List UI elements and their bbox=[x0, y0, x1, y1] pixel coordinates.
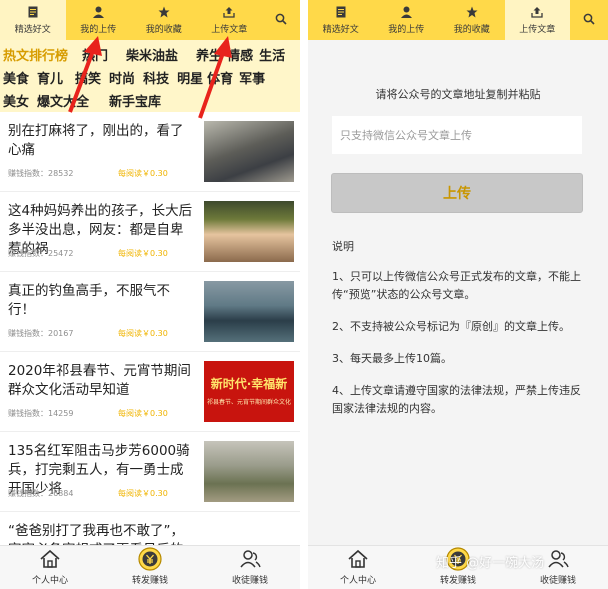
document-icon bbox=[336, 6, 346, 19]
tab-my-favorites[interactable]: 我的收藏 bbox=[439, 0, 505, 40]
tab-featured-articles[interactable]: 精选好文 bbox=[0, 0, 66, 40]
article-title: 真正的钓鱼高手，不服气不行！ bbox=[8, 283, 170, 318]
bottom-nav: 个人中心 转发赚钱 收徒赚钱 bbox=[0, 545, 300, 589]
thumbnail-banner-text: 新时代·幸福新 bbox=[210, 377, 288, 391]
tab-label: 上传文章 bbox=[519, 24, 556, 35]
red-arrow-1 bbox=[68, 36, 102, 113]
article-title: “爸爸别打了我再也不敢了”，家家必备家规戒了再看见后的 bbox=[8, 523, 184, 545]
list-item[interactable]: 别在打麻将了，刚出的，看了心痛 赚钱指数：28532 每阅读￥0.30 bbox=[0, 112, 300, 192]
list-item[interactable]: “爸爸别打了我再也不敢了”，家家必备家规戒了再看见后的 bbox=[0, 512, 300, 545]
nav-label: 个人中心 bbox=[339, 576, 376, 586]
home-icon bbox=[347, 547, 369, 571]
earning-index: 赚钱指数：14259 bbox=[8, 409, 74, 418]
tab-label: 我的收藏 bbox=[453, 24, 490, 35]
search-icon bbox=[275, 12, 287, 25]
instructions-heading: 说明 bbox=[332, 240, 354, 253]
upload-prompt: 请将公众号的文章地址复制并粘贴 bbox=[375, 88, 541, 101]
nav-label: 个人中心 bbox=[31, 576, 68, 586]
user-icon bbox=[400, 6, 412, 19]
star-icon bbox=[158, 6, 170, 19]
category-row: 美女 爆文大全 新手宝库 bbox=[3, 89, 296, 112]
people-icon bbox=[547, 547, 569, 571]
search-button[interactable] bbox=[262, 0, 300, 40]
tab-my-uploads[interactable]: 我的上传 bbox=[374, 0, 440, 40]
article-url-input[interactable] bbox=[332, 116, 582, 154]
read-reward: 每阅读￥0.30 bbox=[118, 489, 168, 498]
nav-label: 收徒赚钱 bbox=[539, 576, 576, 586]
article-list: 别在打麻将了，刚出的，看了心痛 赚钱指数：28532 每阅读￥0.30 这4种妈… bbox=[0, 112, 300, 545]
nav-label: 转发赚钱 bbox=[439, 576, 476, 586]
left-phone-screen: 精选好文 我的上传 我的收藏 上传文章 热文排行榜 热门 柴米油盐 养生 情感 … bbox=[0, 0, 300, 589]
tab-label: 我的收藏 bbox=[145, 24, 182, 35]
nav-recruit-earn[interactable]: 收徒赚钱 bbox=[200, 546, 300, 589]
instruction-item: 3、每天最多上传10篇。 bbox=[332, 352, 452, 365]
coin-icon bbox=[138, 547, 162, 571]
list-item[interactable]: 135名红军阻击马步芳6000骑兵，打完剩五人，有一勇士成开国少将 赚钱指数：2… bbox=[0, 432, 300, 512]
tab-label: 精选好文 bbox=[14, 24, 51, 35]
nav-share-earn[interactable]: 转发赚钱 bbox=[100, 546, 200, 589]
top-tab-bar: 精选好文 我的上传 我的收藏 上传文章 bbox=[308, 0, 608, 40]
thumbnail-banner-subtext: 祁县春节、元宵节期间群众文化 bbox=[206, 399, 291, 406]
article-thumbnail bbox=[204, 441, 294, 502]
category-item[interactable]: 美女 bbox=[3, 91, 29, 110]
instruction-item: 4、上传文章请遵守国家的法律法规，严禁上传违反国家法律法规的内容。 bbox=[332, 384, 581, 415]
list-item[interactable]: 这4种妈妈养出的孩子，长大后多半没出息，网友：都是自卑惹的祸 赚钱指数：2547… bbox=[0, 192, 300, 272]
category-item[interactable]: 生活 bbox=[259, 45, 285, 64]
article-thumbnail bbox=[204, 281, 294, 342]
home-icon bbox=[39, 547, 61, 571]
right-phone-screen: 精选好文 我的上传 我的收藏 上传文章 请将公众号的文章地址复制并粘贴 只支持微… bbox=[308, 0, 608, 589]
upload-button[interactable]: 上传 bbox=[331, 173, 583, 213]
search-icon bbox=[583, 12, 595, 25]
article-thumbnail: 新时代·幸福新 祁县春节、元宵节期间群众文化 bbox=[204, 361, 294, 422]
search-button[interactable] bbox=[570, 0, 608, 40]
watermark-text: 知乎 @好一碗大汤 bbox=[436, 556, 545, 571]
read-reward: 每阅读￥0.30 bbox=[118, 329, 168, 338]
article-thumbnail bbox=[204, 121, 294, 182]
article-thumbnail bbox=[204, 201, 294, 262]
category-row: 美食 育儿 搞笑 时尚 科技 明星 体育 军事 bbox=[3, 66, 296, 89]
earning-index: 赚钱指数：20167 bbox=[8, 329, 74, 338]
upload-icon bbox=[531, 6, 543, 19]
upload-icon bbox=[223, 6, 235, 19]
tab-label: 精选好文 bbox=[322, 24, 359, 35]
read-reward: 每阅读￥0.30 bbox=[118, 249, 168, 258]
category-item[interactable]: 美食 bbox=[3, 68, 29, 87]
tab-label: 我的上传 bbox=[388, 24, 425, 35]
category-item[interactable]: 科技 bbox=[143, 68, 169, 87]
category-item[interactable]: 柴米油盐 bbox=[126, 45, 178, 64]
nav-label: 转发赚钱 bbox=[131, 576, 168, 586]
people-icon bbox=[239, 547, 261, 571]
article-title: 别在打麻将了，刚出的，看了心痛 bbox=[8, 123, 184, 158]
list-item[interactable]: 2020年祁县春节、元宵节期间群众文化活动早知道 赚钱指数：14259 每阅读￥… bbox=[0, 352, 300, 432]
tab-featured-articles[interactable]: 精选好文 bbox=[308, 0, 374, 40]
earning-index: 赚钱指数：25472 bbox=[8, 249, 74, 258]
read-reward: 每阅读￥0.30 bbox=[118, 409, 168, 418]
category-grid: 热文排行榜 热门 柴米油盐 养生 情感 生活 美食 育儿 搞笑 时尚 科技 明星… bbox=[0, 40, 300, 112]
nav-personal-center[interactable]: 个人中心 bbox=[308, 546, 408, 589]
top-tab-bar: 精选好文 我的上传 我的收藏 上传文章 bbox=[0, 0, 300, 40]
nav-label: 收徒赚钱 bbox=[231, 576, 268, 586]
earning-index: 赚钱指数：26884 bbox=[8, 489, 74, 498]
category-row: 热文排行榜 热门 柴米油盐 养生 情感 生活 bbox=[3, 43, 296, 66]
red-arrow-2 bbox=[198, 36, 232, 119]
instruction-item: 1、只可以上传微信公众号正式发布的文章，不能上传“预览”状态的公众号文章。 bbox=[332, 270, 581, 301]
tab-upload-article[interactable]: 上传文章 bbox=[504, 0, 570, 40]
read-reward: 每阅读￥0.30 bbox=[118, 169, 168, 178]
article-title: 2020年祁县春节、元宵节期间群众文化活动早知道 bbox=[8, 363, 191, 398]
document-icon bbox=[28, 6, 38, 19]
earning-index: 赚钱指数：28532 bbox=[8, 169, 74, 178]
screen-divider bbox=[300, 0, 308, 589]
user-icon bbox=[92, 6, 104, 19]
instruction-item: 2、不支持被公众号标记为『原创』的文章上传。 bbox=[332, 320, 570, 333]
list-item[interactable]: 真正的钓鱼高手，不服气不行！ 赚钱指数：20167 每阅读￥0.30 bbox=[0, 272, 300, 352]
star-icon bbox=[466, 6, 478, 19]
nav-personal-center[interactable]: 个人中心 bbox=[0, 546, 100, 589]
instructions: 说明 1、只可以上传微信公众号正式发布的文章，不能上传“预览”状态的公众号文章。… bbox=[332, 238, 586, 432]
